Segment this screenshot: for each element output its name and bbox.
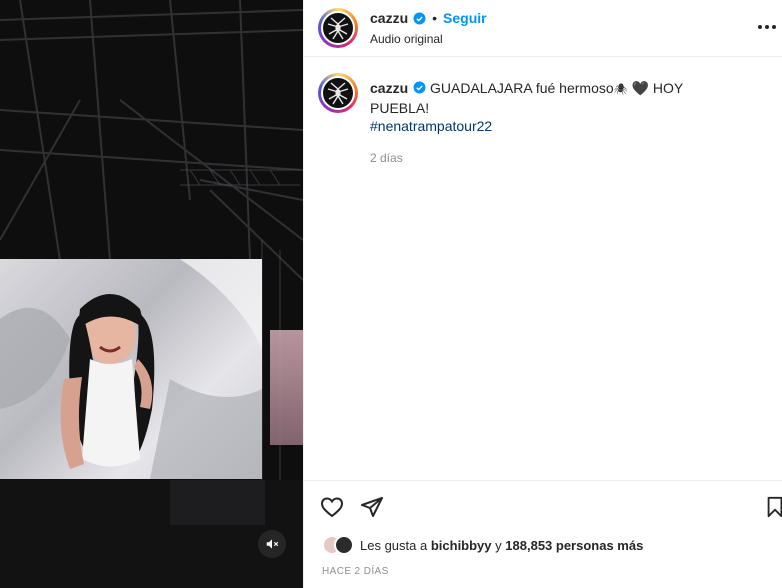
post-details-panel: cazzu • Seguir Audio original cazzu GUAD… [303,0,782,588]
black-heart-emoji: 🖤 [631,80,649,96]
hashtag-link[interactable]: #nenatrampatour22 [370,118,492,134]
bookmark-icon[interactable] [764,495,782,519]
spider-emoji: 🕷 [613,84,628,96]
stage-screen-image [0,259,262,479]
liker-username[interactable]: bichibbyy [431,538,492,553]
caption-avatar[interactable] [318,73,358,113]
spider-logo-icon [327,17,349,40]
spider-logo-icon [327,82,349,105]
caption-text: GUADALAJARA fué hermoso [430,80,614,96]
more-options-button[interactable] [758,12,782,42]
heart-icon[interactable] [320,495,344,519]
comments-section: cazzu GUADALAJARA fué hermoso🕷 🖤 HOY PUE… [304,57,782,480]
audio-link[interactable]: Audio original [370,32,487,46]
post-video[interactable] [0,0,303,588]
author-avatar[interactable] [318,8,358,48]
caption-username[interactable]: cazzu [370,80,408,96]
paper-plane-icon[interactable] [360,495,384,519]
caption-timestamp[interactable]: 2 días [370,149,740,167]
mute-toggle-button[interactable] [258,530,286,558]
likes-count[interactable]: 188,853 personas más [505,538,643,553]
likes-connector: y [495,537,502,553]
follow-button[interactable]: Seguir [443,10,487,26]
more-dots-icon [758,25,762,29]
side-screen-image [270,330,303,445]
likes-prefix: Les gusta a [360,537,428,553]
action-bar [304,480,782,532]
speaker-muted-icon [266,539,279,549]
author-username[interactable]: cazzu [370,10,408,26]
verified-badge-icon [413,81,426,94]
separator-dot: • [432,10,438,26]
liker-avatar[interactable] [334,535,354,555]
verified-badge-icon [413,12,426,25]
post-viewer: cazzu • Seguir Audio original cazzu GUAD… [0,0,782,588]
post-date[interactable]: HACE 2 DÍAS [304,566,782,588]
likes-summary: Les gusta a bichibbyy y 188,853 personas… [304,532,782,558]
post-header: cazzu • Seguir Audio original [304,0,782,57]
post-caption: cazzu GUADALAJARA fué hermoso🕷 🖤 HOY PUE… [318,73,768,167]
